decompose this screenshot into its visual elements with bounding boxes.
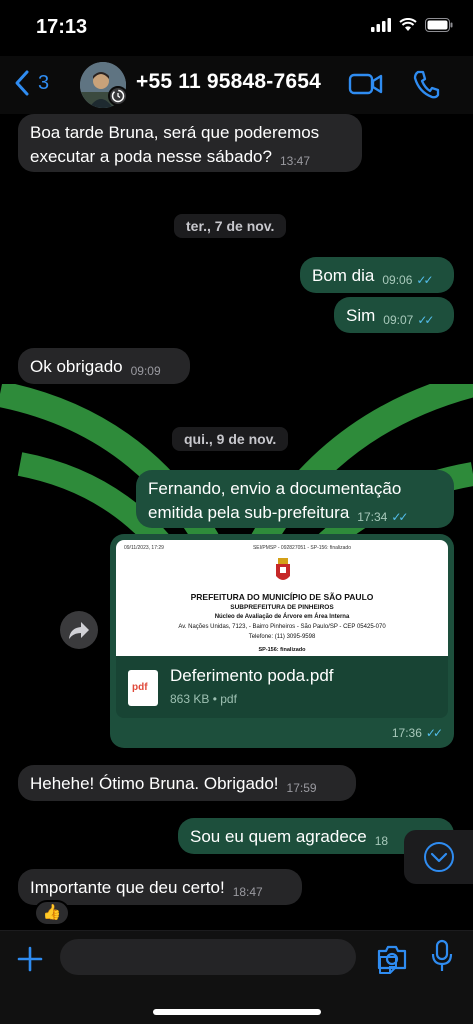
contact-name[interactable]: +55 11 95848-7654 bbox=[136, 70, 321, 94]
document-header: 09/11/2023, 17:29 SEI/PMSP - 092827051 -… bbox=[124, 545, 440, 551]
message-input[interactable] bbox=[60, 939, 397, 975]
message-outgoing[interactable]: Sim 09:07 ✓✓ bbox=[334, 297, 454, 333]
document-subtitle: SUBPREFEITURA DE PINHEIROS bbox=[230, 604, 334, 611]
document-file-row[interactable]: pdf Deferimento poda.pdf 863 KB • pdf bbox=[116, 656, 448, 718]
plus-icon[interactable] bbox=[16, 945, 44, 973]
message-time: 18 bbox=[374, 834, 389, 848]
message-incoming[interactable]: Boa tarde Bruna, será que poderemos exec… bbox=[18, 114, 362, 172]
document-preview[interactable]: 09/11/2023, 17:29 SEI/PMSP - 092827051 -… bbox=[116, 540, 448, 656]
message-time: 09:06 bbox=[382, 273, 413, 287]
document-code: SEI/PMSP - 092827051 - SP-156: finalizad… bbox=[252, 545, 351, 551]
document-status: SP-156: finalizado bbox=[258, 647, 306, 653]
city-crest-icon bbox=[276, 558, 290, 580]
reaction-badge[interactable]: 👍 bbox=[34, 900, 70, 926]
document-department: Núcleo de Avaliação de Árvore em Área In… bbox=[214, 614, 350, 620]
file-info: 863 KB • pdf bbox=[170, 692, 237, 706]
message-time: 09:07 bbox=[383, 313, 414, 327]
chat-header: 3 +55 11 95848-7654 bbox=[0, 56, 473, 114]
unread-count[interactable]: 3 bbox=[38, 72, 49, 95]
battery-icon bbox=[425, 18, 453, 32]
message-time: 17:36 bbox=[391, 726, 422, 740]
message-time: 13:47 bbox=[279, 154, 310, 168]
document-date: 09/11/2023, 17:29 bbox=[124, 545, 164, 551]
scroll-to-bottom-button[interactable] bbox=[404, 830, 473, 884]
signal-icon bbox=[371, 18, 391, 32]
message-text: Boa tarde Bruna, será que poderemos bbox=[30, 123, 320, 142]
date-separator: ter., 7 de nov. bbox=[174, 214, 287, 238]
file-name: Deferimento poda.pdf bbox=[170, 666, 334, 685]
wifi-icon bbox=[399, 18, 417, 31]
date-separator: qui., 9 de nov. bbox=[172, 427, 289, 451]
message-text: Hehehe! Ótimo Bruna. Obrigado! bbox=[30, 774, 279, 793]
message-meta: 17:36 ✓✓ bbox=[391, 726, 443, 740]
phone-call-icon[interactable] bbox=[412, 68, 440, 100]
status-time: 17:13 bbox=[36, 16, 88, 38]
message-time: 17:59 bbox=[286, 781, 317, 795]
status-bar: 17:13 bbox=[0, 0, 473, 56]
chat-area[interactable]: Boa tarde Bruna, será que poderemos exec… bbox=[0, 114, 473, 930]
message-outgoing[interactable]: Bom dia 09:06 ✓✓ bbox=[300, 257, 454, 293]
message-text: Fernando, envio a documentação bbox=[148, 479, 402, 498]
camera-icon[interactable] bbox=[376, 943, 408, 971]
message-time: 17:34 bbox=[357, 510, 388, 524]
pdf-icon: pdf bbox=[128, 670, 158, 706]
message-time: 18:47 bbox=[232, 885, 263, 899]
message-incoming[interactable]: Hehehe! Ótimo Bruna. Obrigado! 17:59 bbox=[18, 765, 356, 801]
read-ticks-icon: ✓✓ bbox=[417, 313, 434, 327]
document-phone: Telefone: (11) 3095-9598 bbox=[248, 634, 316, 640]
document-title: PREFEITURA DO MUNICÍPIO DE SÃO PAULO bbox=[190, 592, 374, 602]
microphone-icon[interactable] bbox=[430, 939, 454, 975]
message-input-bar bbox=[0, 930, 473, 1024]
read-ticks-icon: ✓✓ bbox=[391, 510, 408, 524]
read-ticks-icon: ✓✓ bbox=[425, 726, 443, 740]
message-incoming[interactable]: Ok obrigado 09:09 bbox=[18, 348, 190, 384]
message-text: Ok obrigado bbox=[30, 357, 123, 376]
chevron-down-icon bbox=[424, 842, 454, 872]
back-chevron-icon[interactable] bbox=[12, 69, 32, 97]
status-icons bbox=[371, 18, 453, 32]
message-text: Importante que deu certo! bbox=[30, 878, 225, 897]
forward-button[interactable] bbox=[60, 611, 98, 649]
document-message[interactable]: 09/11/2023, 17:29 SEI/PMSP - 092827051 -… bbox=[110, 534, 454, 748]
video-call-icon[interactable] bbox=[348, 70, 384, 98]
message-text: Bom dia bbox=[312, 266, 375, 285]
forward-icon bbox=[69, 622, 89, 639]
document-address: Av. Nações Unidas, 7123, - Bairro Pinhei… bbox=[178, 624, 386, 630]
message-outgoing[interactable]: Fernando, envio a documentação emitida p… bbox=[136, 470, 454, 528]
message-text: Sim bbox=[346, 306, 376, 325]
message-time: 09:09 bbox=[130, 364, 161, 378]
home-indicator bbox=[153, 1009, 321, 1015]
disappearing-timer-icon bbox=[108, 86, 128, 106]
message-text: Sou eu quem agradece bbox=[190, 827, 367, 846]
read-ticks-icon: ✓✓ bbox=[416, 273, 433, 287]
message-text: executar a poda nesse sábado? 13:47 bbox=[30, 145, 350, 170]
message-text: emitida pela sub-prefeitura 17:34 ✓✓ bbox=[148, 501, 442, 526]
